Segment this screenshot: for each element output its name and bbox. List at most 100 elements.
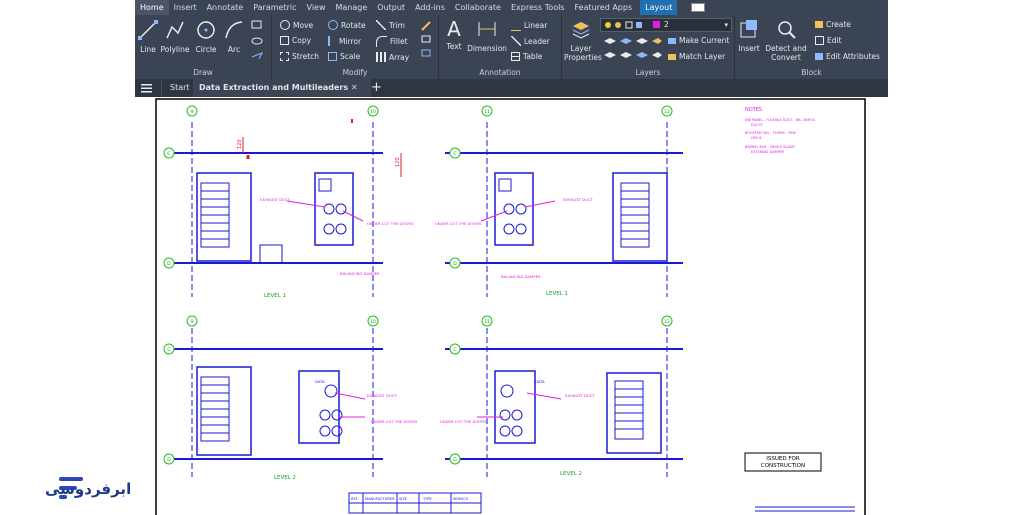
schedule-header: TYPE xyxy=(422,497,433,501)
logo-text: ابرفردوسی xyxy=(45,480,132,498)
fillet-icon xyxy=(376,36,387,47)
file-tab-active[interactable]: Data Extraction and Multileaders Sample* xyxy=(193,79,371,110)
layer-properties-button[interactable]: Layer Properties xyxy=(564,18,602,62)
fillet-button[interactable]: Fillet xyxy=(376,36,408,47)
grid-number: 10 xyxy=(370,109,376,115)
trim-button[interactable]: Trim xyxy=(376,20,405,30)
circle-icon xyxy=(197,21,215,39)
grid-letter: D xyxy=(167,457,171,463)
dimension-button[interactable]: Dimension xyxy=(467,18,507,53)
level-label: LEVEL 2 xyxy=(274,475,296,481)
tab-annotate[interactable]: Annotate xyxy=(202,0,249,15)
create-block-button[interactable]: Create xyxy=(815,20,851,29)
tab-manage[interactable]: Manage xyxy=(331,0,373,15)
table-button[interactable]: Table xyxy=(511,52,542,61)
note-line: HRV 8 xyxy=(751,136,761,140)
grid-letter: C xyxy=(453,347,456,353)
annotation-undercut: UNDER CUT THE DOORS xyxy=(435,221,482,226)
layer-color-swatch xyxy=(653,21,660,28)
text-icon: A xyxy=(447,17,461,41)
annotation-panel-title[interactable]: Annotation xyxy=(439,68,561,77)
ribbon-tabs: Home Insert Annotate Parametric View Man… xyxy=(135,0,888,15)
annotation-damper: BALANCING DAMPER xyxy=(501,274,541,279)
autocad-window: Home Insert Annotate Parametric View Man… xyxy=(135,0,888,515)
new-tab-icon[interactable]: + xyxy=(371,79,383,97)
match-layer-icon xyxy=(668,53,676,60)
ribbon-options-icon[interactable] xyxy=(691,3,706,12)
grid-letter: D xyxy=(167,261,171,267)
trim-icon xyxy=(376,20,386,30)
layer-state-icons xyxy=(605,21,642,29)
tab-express-tools[interactable]: Express Tools xyxy=(506,0,570,15)
insert-button[interactable]: Insert xyxy=(737,18,761,53)
grid-letter: D xyxy=(453,457,457,463)
room-label-data: DATA xyxy=(535,379,545,384)
layers-panel-title[interactable]: Layers xyxy=(562,68,734,77)
rotate-button[interactable]: Rotate xyxy=(328,20,366,30)
note-line: BARREL BOX - SINGLE BLADE xyxy=(745,145,795,149)
array-icon xyxy=(376,52,386,62)
modify-panel-title[interactable]: Modify xyxy=(272,68,438,77)
layer-value: 2 xyxy=(664,20,669,29)
copy-button[interactable]: Copy xyxy=(280,36,311,45)
menu-icon[interactable] xyxy=(141,79,155,97)
tab-add-ins[interactable]: Add-ins xyxy=(410,0,450,15)
drawing-canvas[interactable]: 120 120 C D C D C D C D 9 10 11 12 9 10 … xyxy=(135,97,888,515)
tab-featured-apps[interactable]: Featured Apps xyxy=(569,0,637,15)
tab-layout[interactable]: Layout xyxy=(640,0,678,15)
line-button[interactable]: Line xyxy=(137,19,159,54)
detect-convert-button[interactable]: Detect and Convert xyxy=(765,18,807,62)
tab-output[interactable]: Output xyxy=(372,0,410,15)
insert-block-icon xyxy=(740,20,757,38)
move-button[interactable]: Move xyxy=(280,20,313,30)
draw-panel-title[interactable]: Draw xyxy=(135,68,271,77)
make-current-button[interactable]: Make Current xyxy=(668,36,729,45)
tab-view[interactable]: View xyxy=(302,0,331,15)
scale-button[interactable]: Scale xyxy=(328,52,360,61)
layer-dropdown[interactable]: 2 ▾ xyxy=(600,18,732,32)
grid-letter: C xyxy=(453,151,456,157)
grid-number: 9 xyxy=(191,319,194,325)
stretch-button[interactable]: Stretch xyxy=(280,52,319,61)
tab-parametric[interactable]: Parametric xyxy=(248,0,301,15)
block-panel-title[interactable]: Block xyxy=(735,68,888,77)
schedule-table xyxy=(348,492,482,514)
annotation-exhaust: EXHAUST DUCT xyxy=(367,393,398,398)
tab-home[interactable]: Home xyxy=(135,0,169,15)
leader-button[interactable]: Leader xyxy=(511,36,550,46)
edit-attributes-button[interactable]: Edit Attributes xyxy=(815,52,880,61)
plan-level-2-left xyxy=(173,319,383,477)
tab-insert[interactable]: Insert xyxy=(169,0,202,15)
linear-button[interactable]: Linear xyxy=(511,20,547,31)
draw-tools-icons[interactable] xyxy=(250,19,268,63)
chevron-down-icon: ▾ xyxy=(724,21,728,29)
note-line: DUCTS xyxy=(751,123,763,127)
tab-collaborate[interactable]: Collaborate xyxy=(450,0,506,15)
arc-button[interactable]: Arc xyxy=(223,19,245,54)
edit-block-icon xyxy=(815,36,824,45)
circle-button[interactable]: Circle xyxy=(193,19,219,54)
dimension-120 xyxy=(242,137,402,177)
match-layer-button[interactable]: Match Layer xyxy=(668,52,725,61)
dimension-icon xyxy=(478,22,496,36)
plan-level-1-right xyxy=(445,122,683,297)
dim-label-1: 120 xyxy=(237,139,243,149)
note-line: EXTERNAL DAMPER xyxy=(751,150,785,154)
polyline-button[interactable]: Polyline xyxy=(160,19,190,54)
mirror-button[interactable]: Mirror xyxy=(328,36,361,46)
polyline-icon xyxy=(166,21,184,39)
grid-number: 11 xyxy=(484,109,490,115)
stretch-icon xyxy=(280,52,289,61)
grid-number: 11 xyxy=(484,319,490,325)
close-tab-icon[interactable]: ✕ xyxy=(351,79,361,97)
array-button[interactable]: Array xyxy=(376,52,409,62)
layer-tools-icons[interactable] xyxy=(602,35,662,61)
duct-leaders xyxy=(246,119,562,418)
rotate-icon xyxy=(328,20,338,30)
text-button[interactable]: A Text xyxy=(442,18,466,51)
modify-extra-icons[interactable] xyxy=(420,20,432,60)
schedule-header: SERVICE xyxy=(453,497,469,501)
grid-letter: D xyxy=(453,261,457,267)
edit-block-button[interactable]: Edit xyxy=(815,36,842,45)
grid-number: 9 xyxy=(191,109,194,115)
